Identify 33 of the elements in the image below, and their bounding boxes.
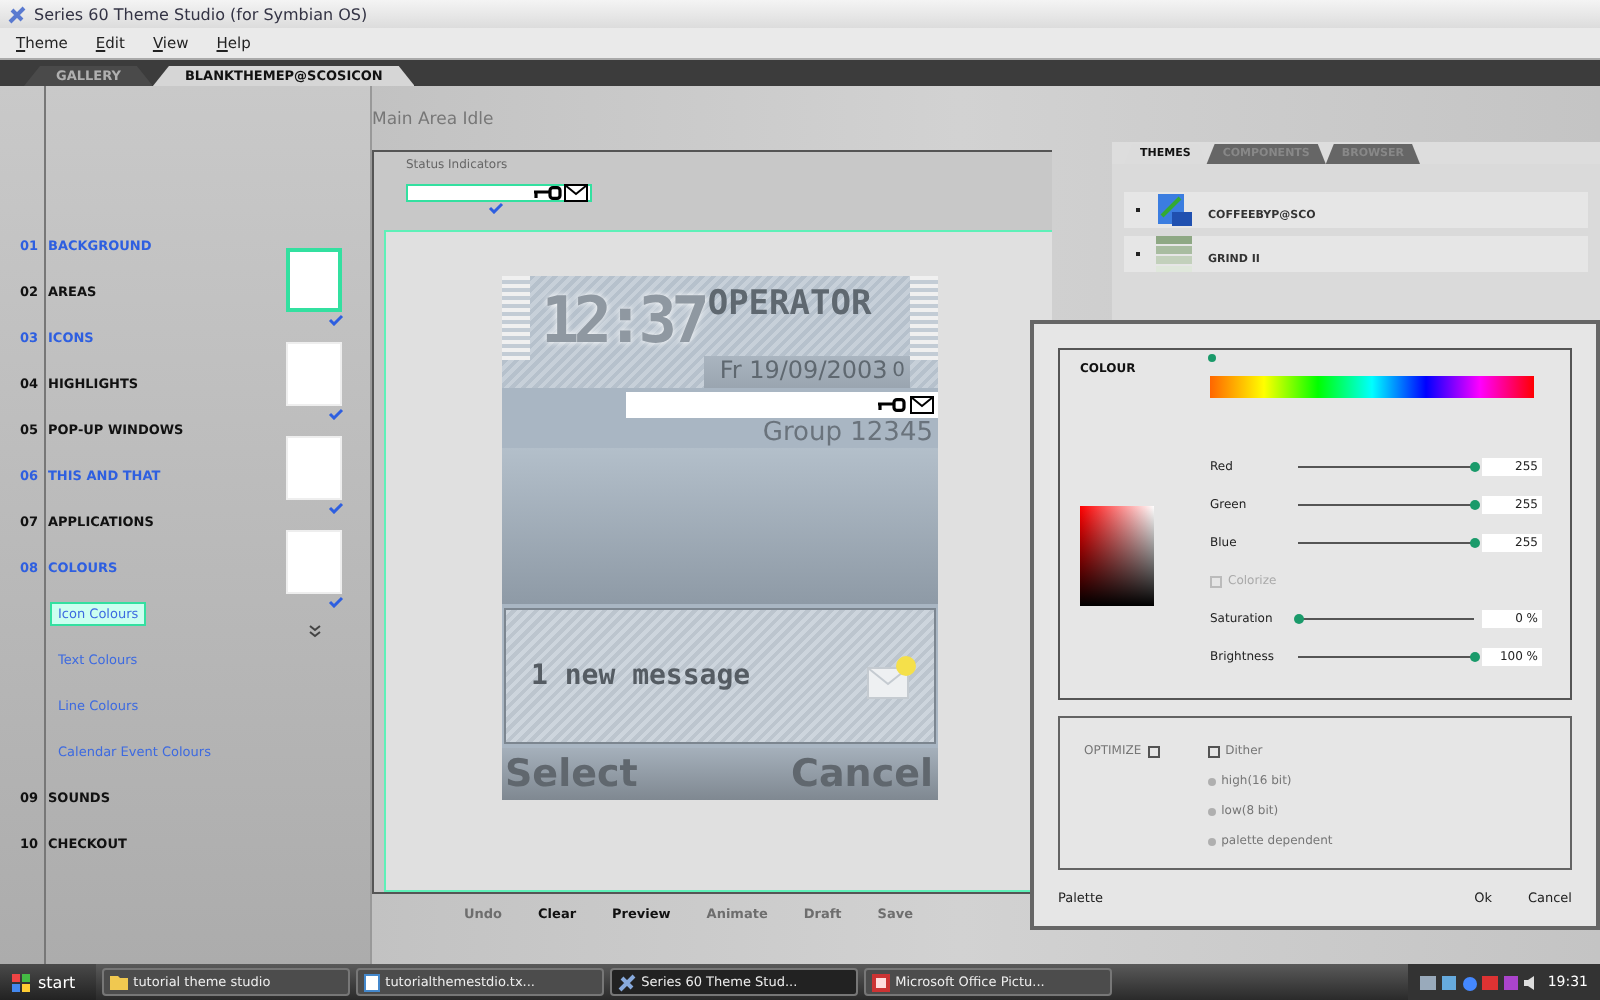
thumbnail[interactable] bbox=[286, 248, 342, 312]
slider-thumb[interactable] bbox=[1470, 538, 1480, 549]
start-button[interactable]: start bbox=[0, 964, 96, 1000]
group-name: Group 12345 bbox=[762, 418, 933, 448]
windows-logo-icon bbox=[12, 973, 32, 991]
operator-name: OPERATOR bbox=[707, 284, 874, 324]
picture-icon bbox=[871, 973, 890, 991]
key-icon bbox=[534, 186, 562, 200]
hue-marker[interactable] bbox=[1208, 354, 1216, 362]
key-icon bbox=[877, 398, 905, 412]
tray-icons-drawing bbox=[1419, 973, 1540, 991]
slider-thumb[interactable] bbox=[1470, 462, 1480, 473]
file-icon bbox=[1156, 192, 1192, 228]
window-title: Series 60 Theme Studio (for Symbian OS) bbox=[34, 5, 368, 23]
softkey-label: Select bbox=[505, 752, 638, 796]
slider-thumb[interactable] bbox=[1470, 500, 1480, 511]
battery-bars-icon bbox=[909, 276, 937, 360]
clock: 12:37 bbox=[541, 280, 704, 362]
chevron-down-icon[interactable] bbox=[307, 624, 321, 638]
signal-bars-icon bbox=[501, 276, 529, 360]
folder-icon bbox=[109, 974, 128, 990]
area-title: Main Area Idle bbox=[372, 110, 496, 134]
date: Fr 19/09/2003 bbox=[719, 356, 888, 384]
battery-level: 0 bbox=[892, 359, 905, 381]
message-text: 1 new message bbox=[531, 660, 751, 692]
document-icon bbox=[363, 973, 380, 991]
slider-thumb[interactable] bbox=[1294, 614, 1304, 625]
colour-swatch[interactable] bbox=[1080, 506, 1154, 607]
envelope-icon bbox=[865, 652, 917, 700]
slider-thumb[interactable] bbox=[1470, 652, 1480, 663]
softkey-label: Cancel bbox=[791, 752, 933, 796]
status-indicator-field[interactable] bbox=[406, 184, 592, 202]
envelope-icon bbox=[564, 184, 588, 202]
